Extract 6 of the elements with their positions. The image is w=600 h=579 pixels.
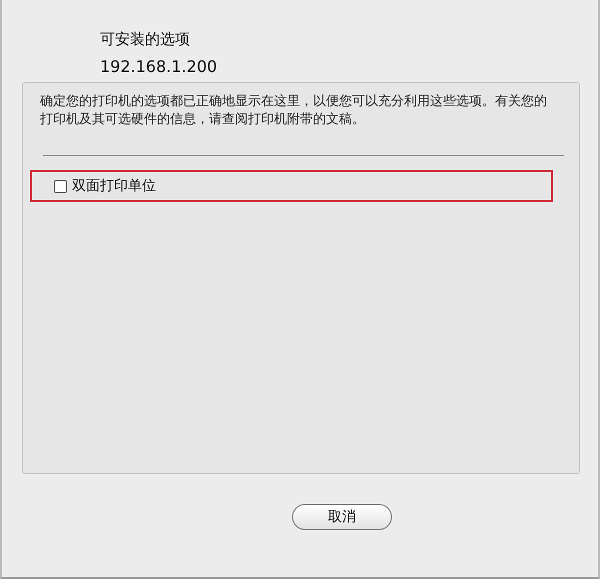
printer-address: 192.168.1.200 [100, 57, 218, 76]
cancel-button[interactable]: 取消 [292, 504, 392, 530]
option-label: 双面打印单位 [72, 177, 156, 195]
sheet-title: 可安装的选项 [100, 30, 191, 49]
description-text: 确定您的打印机的选项都已正确地显示在这里，以便您可以充分利用这些选项。有关您的打印机及其可选硬件的信息，请查阅打印机附带的文稿。 [40, 93, 548, 129]
checkbox[interactable] [54, 180, 67, 192]
